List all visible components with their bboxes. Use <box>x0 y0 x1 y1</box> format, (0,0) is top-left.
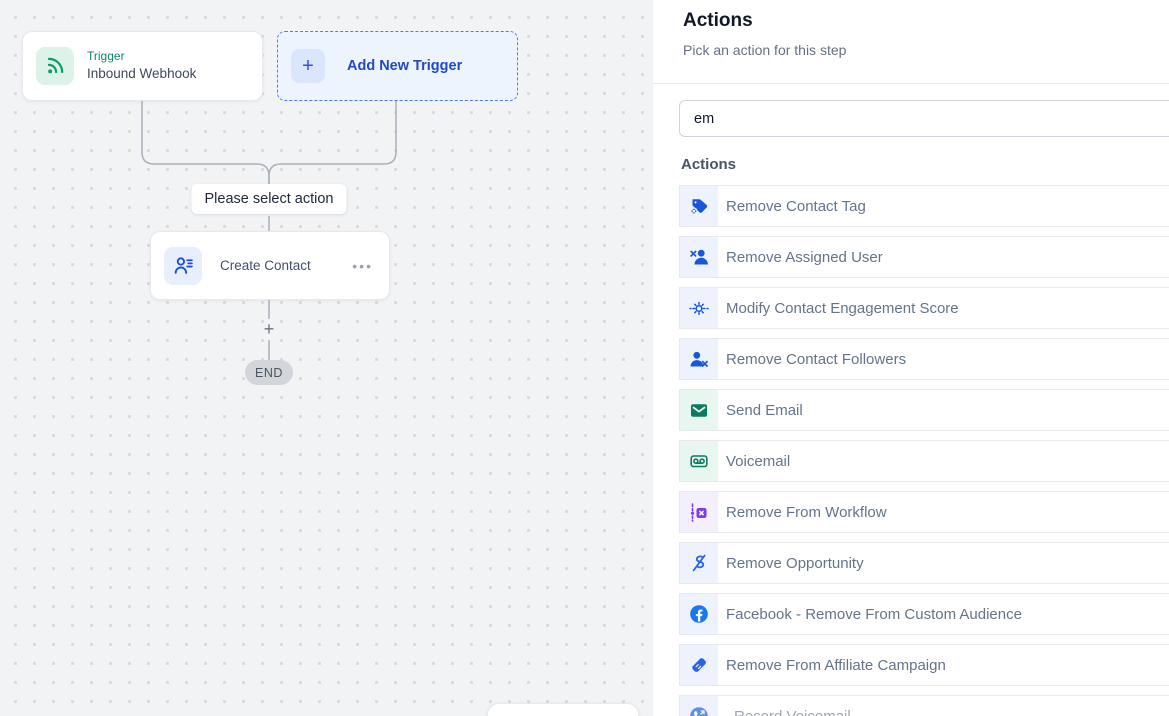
add-new-trigger-label: Add New Trigger <box>347 58 462 74</box>
workflow-canvas[interactable]: Trigger Inbound Webhook + Add New Trigge… <box>0 0 652 716</box>
webhook-icon <box>36 47 74 85</box>
create-contact-node[interactable]: Create Contact ••• <box>150 231 390 300</box>
workflow-builder: Trigger Inbound Webhook + Add New Trigge… <box>0 0 1169 716</box>
select-action-prompt[interactable]: Please select action <box>192 184 347 214</box>
action-list-item[interactable]: Remove From Affiliate Campaign <box>679 644 1169 686</box>
action-list-item[interactable]: Voicemail <box>679 440 1169 482</box>
action-label: Remove Assigned User <box>718 237 883 277</box>
action-label: Voicemail <box>718 441 790 481</box>
action-label: Facebook - Remove From Custom Audience <box>718 594 1022 634</box>
actions-panel: Actions Pick an action for this step Act… <box>652 0 1169 716</box>
email-icon <box>680 390 718 430</box>
record-voicemail-icon <box>680 696 718 716</box>
trigger-node-title: Inbound Webhook <box>87 66 196 83</box>
canvas-bottom-toolbar[interactable] <box>487 703 639 716</box>
facebook-icon <box>680 594 718 634</box>
action-label: Remove From Affiliate Campaign <box>718 645 946 685</box>
action-label: Modify Contact Engagement Score <box>718 288 959 328</box>
affiliate-icon <box>680 645 718 685</box>
action-label: Record Voicemail <box>718 696 851 716</box>
action-label: Remove Contact Tag <box>718 186 866 226</box>
action-list-item[interactable]: Send Email <box>679 389 1169 431</box>
action-label: Send Email <box>718 390 803 430</box>
action-list-item[interactable]: Remove Assigned User <box>679 236 1169 278</box>
action-list-item[interactable]: Modify Contact Engagement Score <box>679 287 1169 329</box>
actions-section-header: Actions <box>681 156 736 173</box>
trigger-node[interactable]: Trigger Inbound Webhook <box>22 31 263 101</box>
action-label: Remove Opportunity <box>718 543 864 583</box>
tag-remove-icon <box>680 186 718 226</box>
create-contact-label: Create Contact <box>220 258 311 273</box>
followers-remove-icon <box>680 339 718 379</box>
connector-edges <box>0 0 652 716</box>
panel-divider <box>653 83 1169 84</box>
action-list-item[interactable]: Remove From Workflow <box>679 491 1169 533</box>
action-list: Remove Contact Tag Remove Assigned User … <box>679 185 1169 716</box>
action-label: Remove Contact Followers <box>718 339 906 379</box>
action-list-item[interactable]: Remove Opportunity <box>679 542 1169 584</box>
add-new-trigger-button[interactable]: + Add New Trigger <box>277 31 518 101</box>
panel-subtitle: Pick an action for this step <box>683 42 846 58</box>
workflow-remove-icon <box>680 492 718 532</box>
opportunity-remove-icon <box>680 543 718 583</box>
plus-icon: + <box>291 49 325 83</box>
action-list-item[interactable]: Record Voicemail <box>679 695 1169 716</box>
engagement-score-icon <box>680 288 718 328</box>
action-list-item[interactable]: Facebook - Remove From Custom Audience <box>679 593 1169 635</box>
action-list-item[interactable]: Remove Contact Followers <box>679 338 1169 380</box>
panel-title: Actions <box>683 10 753 32</box>
action-search-input[interactable] <box>679 100 1169 137</box>
end-badge: END <box>245 360 293 385</box>
create-contact-icon <box>164 247 202 285</box>
trigger-node-kicker: Trigger <box>87 49 196 64</box>
add-step-plus-icon[interactable]: + <box>264 320 275 338</box>
user-remove-icon <box>680 237 718 277</box>
node-menu-ellipsis-icon[interactable]: ••• <box>352 258 373 274</box>
action-list-item[interactable]: Remove Contact Tag <box>679 185 1169 227</box>
voicemail-icon <box>680 441 718 481</box>
action-label: Remove From Workflow <box>718 492 887 532</box>
